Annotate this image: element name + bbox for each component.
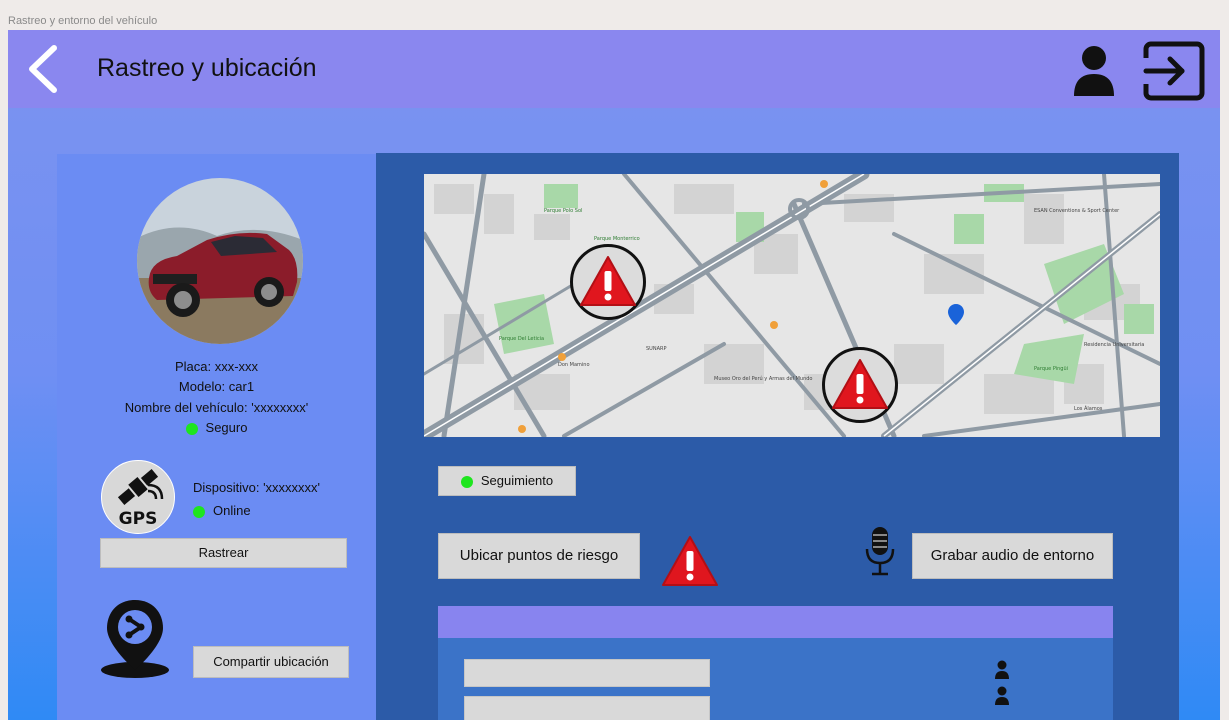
- vehicle-status-label: Seguro: [205, 420, 248, 435]
- map-label-los-alamos: Los Álamos: [1074, 405, 1103, 412]
- tracking-toggle[interactable]: Seguimiento: [438, 466, 576, 496]
- top-bar: Rastreo y ubicación: [8, 30, 1220, 108]
- map-label-parque-polo: Parque Polo Sol: [544, 208, 582, 214]
- share-location-pin-icon: [101, 600, 169, 678]
- vehicle-model: Modelo: car1: [178, 379, 255, 394]
- device-label: Dispositivo: 'xxxxxxxx': [193, 480, 321, 495]
- warning-icon: [832, 359, 888, 409]
- vehicle-photo: [137, 178, 303, 344]
- risk-marker-1[interactable]: [570, 244, 646, 320]
- record-audio-button[interactable]: Grabar audio de entorno: [912, 533, 1113, 579]
- map-label-esan: ESAN Conventions & Sport Center: [1034, 208, 1120, 214]
- tracking-dot: [460, 475, 473, 488]
- contact-field-2[interactable]: [464, 696, 710, 720]
- map-label-residencia: Residencia Universitaria: [1084, 342, 1144, 348]
- gps-icon: GPS: [101, 460, 175, 534]
- tracking-label: Seguimiento: [480, 473, 554, 488]
- contacts-panel-header: [438, 606, 1113, 638]
- gps-text: GPS: [119, 509, 158, 529]
- map-label-parque-ps: Parque Pingüi: [1034, 366, 1068, 372]
- device-status-dot: [193, 505, 205, 518]
- window-caption: Rastreo y entorno del vehículo: [8, 15, 158, 27]
- warning-icon: [662, 536, 718, 586]
- logout-icon[interactable]: [1142, 40, 1206, 102]
- contact-field-1[interactable]: [464, 659, 710, 687]
- user-icon: [995, 686, 1009, 705]
- contacts-panel: [438, 606, 1113, 720]
- tracking-panel: Parque Polo Sol Parque Monterrico Parque…: [376, 153, 1179, 720]
- vehicle-panel: Placa: xxx-xxx Modelo: car1 Nombre del v…: [57, 154, 376, 720]
- map-label-don-mamino: Don Mamino: [558, 362, 590, 368]
- vehicle-status: Seguro: [57, 420, 376, 435]
- device-status: Online: [193, 503, 251, 518]
- microphone-icon[interactable]: [864, 525, 896, 577]
- risk-marker-2[interactable]: [822, 347, 898, 423]
- map-label-sunarp: SUNARP: [646, 346, 666, 352]
- locate-risk-points-button[interactable]: Ubicar puntos de riesgo: [438, 533, 640, 579]
- track-button[interactable]: Rastrear: [100, 538, 347, 568]
- app-frame: Rastreo y ubicación Placa: xxx-xxx Model…: [8, 30, 1220, 720]
- map-label-parque-monterrico: Parque Monterrico: [594, 236, 640, 242]
- warning-icon: [580, 256, 636, 306]
- status-dot: [185, 422, 198, 435]
- map-canvas: Parque Polo Sol Parque Monterrico Parque…: [424, 174, 1160, 437]
- user-icon[interactable]: [1072, 44, 1116, 98]
- vehicle-name: Nombre del vehículo: 'xxxxxxxx': [124, 400, 309, 415]
- user-icon: [995, 660, 1009, 679]
- share-location-button[interactable]: Compartir ubicación: [193, 646, 349, 678]
- map-label-museo: Museo Oro del Perú y Armas del Mundo: [714, 375, 812, 382]
- vehicle-plate: Placa: xxx-xxx: [174, 359, 259, 374]
- device-status-label: Online: [213, 503, 251, 518]
- map-view[interactable]: Parque Polo Sol Parque Monterrico Parque…: [424, 174, 1160, 437]
- map-label-parque-leticia: Parque Del Leticia: [499, 336, 544, 342]
- page-title: Rastreo y ubicación: [97, 54, 317, 82]
- chevron-left-icon[interactable]: [24, 44, 64, 94]
